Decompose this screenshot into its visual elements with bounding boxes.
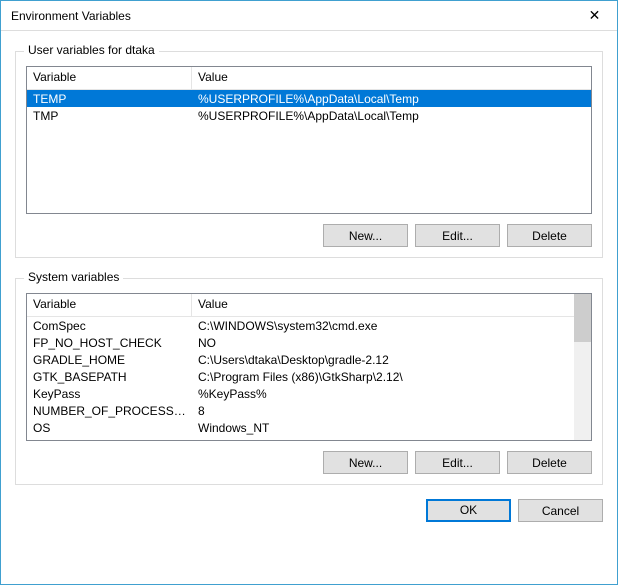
- system-group-label: System variables: [24, 270, 123, 284]
- cell-variable: TEMP: [27, 92, 192, 106]
- table-row[interactable]: NUMBER_OF_PROCESSORS8: [27, 402, 574, 419]
- user-table-body: Variable Value TEMP%USERPROFILE%\AppData…: [27, 67, 591, 213]
- cell-value: C:\Program Files (x86)\GtkSharp\2.12\: [192, 370, 574, 384]
- table-row[interactable]: TMP%USERPROFILE%\AppData\Local\Temp: [27, 107, 591, 124]
- dialog-button-row: OK Cancel: [15, 499, 603, 522]
- user-edit-button[interactable]: Edit...: [415, 224, 500, 247]
- scrollbar-thumb[interactable]: [574, 294, 591, 342]
- cell-value: %KeyPass%: [192, 387, 574, 401]
- system-new-button[interactable]: New...: [323, 451, 408, 474]
- table-row[interactable]: FP_NO_HOST_CHECKNO: [27, 334, 574, 351]
- system-variables-table[interactable]: Variable Value ComSpecC:\WINDOWS\system3…: [26, 293, 592, 441]
- cell-variable: ComSpec: [27, 319, 192, 333]
- cell-value: %USERPROFILE%\AppData\Local\Temp: [192, 109, 591, 123]
- cell-value: NO: [192, 336, 574, 350]
- system-delete-button[interactable]: Delete: [507, 451, 592, 474]
- system-col-variable[interactable]: Variable: [27, 294, 192, 316]
- system-edit-button[interactable]: Edit...: [415, 451, 500, 474]
- table-row[interactable]: GRADLE_HOMEC:\Users\dtaka\Desktop\gradle…: [27, 351, 574, 368]
- cell-variable: OS: [27, 421, 192, 435]
- titlebar: Environment Variables ✕: [1, 1, 617, 31]
- cell-variable: FP_NO_HOST_CHECK: [27, 336, 192, 350]
- cell-value: C:\WINDOWS\system32\cmd.exe: [192, 319, 574, 333]
- window-title: Environment Variables: [11, 9, 572, 23]
- cell-value: C:\Users\dtaka\Desktop\gradle-2.12: [192, 353, 574, 367]
- cell-variable: NUMBER_OF_PROCESSORS: [27, 404, 192, 418]
- user-col-value[interactable]: Value: [192, 67, 591, 89]
- system-table-header: Variable Value: [27, 294, 574, 317]
- cell-variable: KeyPass: [27, 387, 192, 401]
- system-table-body: Variable Value ComSpecC:\WINDOWS\system3…: [27, 294, 574, 440]
- cell-value: 8: [192, 404, 574, 418]
- dialog-content: User variables for dtaka Variable Value …: [1, 31, 617, 584]
- table-row[interactable]: OSWindows_NT: [27, 419, 574, 436]
- system-variables-group: System variables Variable Value ComSpecC…: [15, 278, 603, 485]
- system-button-row: New... Edit... Delete: [26, 451, 592, 474]
- close-icon: ✕: [589, 7, 601, 24]
- user-button-row: New... Edit... Delete: [26, 224, 592, 247]
- user-group-label: User variables for dtaka: [24, 43, 159, 57]
- close-button[interactable]: ✕: [572, 1, 617, 31]
- cell-variable: GRADLE_HOME: [27, 353, 192, 367]
- system-scrollbar[interactable]: [574, 294, 591, 440]
- cell-value: %USERPROFILE%\AppData\Local\Temp: [192, 92, 591, 106]
- user-variables-group: User variables for dtaka Variable Value …: [15, 51, 603, 258]
- user-variables-table[interactable]: Variable Value TEMP%USERPROFILE%\AppData…: [26, 66, 592, 214]
- user-delete-button[interactable]: Delete: [507, 224, 592, 247]
- table-row[interactable]: TEMP%USERPROFILE%\AppData\Local\Temp: [27, 90, 591, 107]
- user-table-header: Variable Value: [27, 67, 591, 90]
- cell-variable: TMP: [27, 109, 192, 123]
- system-col-value[interactable]: Value: [192, 294, 574, 316]
- cell-value: Windows_NT: [192, 421, 574, 435]
- user-col-variable[interactable]: Variable: [27, 67, 192, 89]
- table-row[interactable]: GTK_BASEPATHC:\Program Files (x86)\GtkSh…: [27, 368, 574, 385]
- cancel-button[interactable]: Cancel: [518, 499, 603, 522]
- user-new-button[interactable]: New...: [323, 224, 408, 247]
- cell-variable: GTK_BASEPATH: [27, 370, 192, 384]
- ok-button[interactable]: OK: [426, 499, 511, 522]
- table-row[interactable]: KeyPass%KeyPass%: [27, 385, 574, 402]
- table-row[interactable]: ComSpecC:\WINDOWS\system32\cmd.exe: [27, 317, 574, 334]
